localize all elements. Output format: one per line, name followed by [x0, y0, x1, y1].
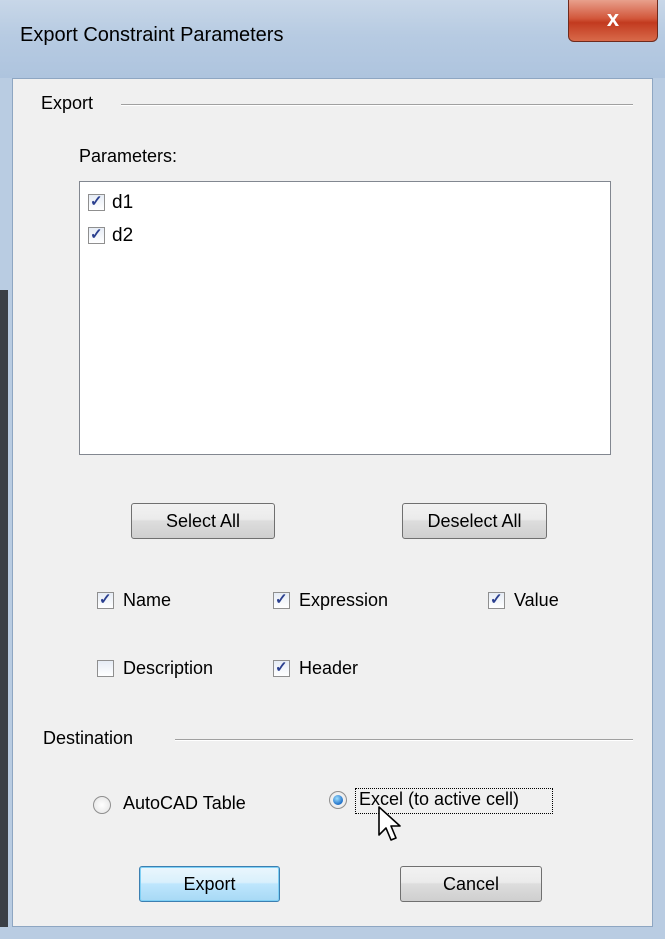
checkmark-icon: ✓ — [90, 193, 103, 210]
header-label: Header — [299, 658, 359, 678]
checkbox-d2[interactable]: ✓ — [88, 226, 105, 244]
name-checkbox[interactable]: ✓ — [97, 591, 114, 609]
autocad-table-radio[interactable] — [93, 796, 111, 814]
value-label: Value — [514, 590, 559, 610]
parameter-name: d1 — [112, 192, 134, 213]
close-icon: x — [606, 6, 620, 31]
export-constraint-parameters-dialog: Export Constraint Parameters x Export Pa… — [0, 0, 665, 939]
cancel-button[interactable]: Cancel — [400, 866, 542, 902]
export-group-label: Export — [41, 93, 100, 114]
checkmark-icon: ✓ — [90, 226, 103, 243]
close-button[interactable]: x — [568, 0, 658, 42]
export-button[interactable]: Export — [139, 866, 280, 902]
window-frame-bottom — [0, 927, 665, 939]
header-checkbox[interactable]: ✓ — [273, 659, 290, 677]
deselect-all-button[interactable]: Deselect All — [402, 503, 547, 539]
window-frame-right — [653, 78, 665, 939]
mouse-pointer-icon — [378, 806, 401, 841]
name-label: Name — [123, 590, 172, 610]
dialog-body: Export Parameters: ✓ d1 ✓ d2 Select All … — [12, 78, 653, 927]
export-group-divider — [121, 104, 633, 106]
parameters-label: Parameters: — [79, 146, 178, 166]
destination-group-label: Destination — [43, 728, 140, 749]
checkmark-icon: ✓ — [275, 659, 288, 676]
autocad-table-label: AutoCAD Table — [123, 793, 246, 813]
parameters-listbox[interactable]: ✓ d1 ✓ d2 — [79, 181, 611, 455]
parameter-name: d2 — [112, 225, 134, 246]
excel-radio[interactable] — [329, 791, 347, 809]
description-checkbox[interactable]: ✓ — [97, 660, 114, 677]
description-label: Description — [123, 658, 214, 678]
checkmark-icon: ✓ — [275, 591, 288, 608]
expression-label: Expression — [299, 590, 389, 610]
destination-group-divider — [175, 739, 633, 741]
title-bar: Export Constraint Parameters x — [0, 0, 665, 79]
window-frame-shadow — [0, 290, 8, 939]
window-title: Export Constraint Parameters — [20, 24, 284, 46]
value-checkbox[interactable]: ✓ — [488, 591, 505, 609]
checkmark-icon: ✓ — [490, 591, 503, 608]
checkbox-d1[interactable]: ✓ — [88, 193, 105, 211]
select-all-button[interactable]: Select All — [131, 503, 275, 539]
radio-dot-icon — [333, 795, 343, 805]
expression-checkbox[interactable]: ✓ — [273, 591, 290, 609]
checkmark-icon: ✓ — [99, 591, 112, 608]
